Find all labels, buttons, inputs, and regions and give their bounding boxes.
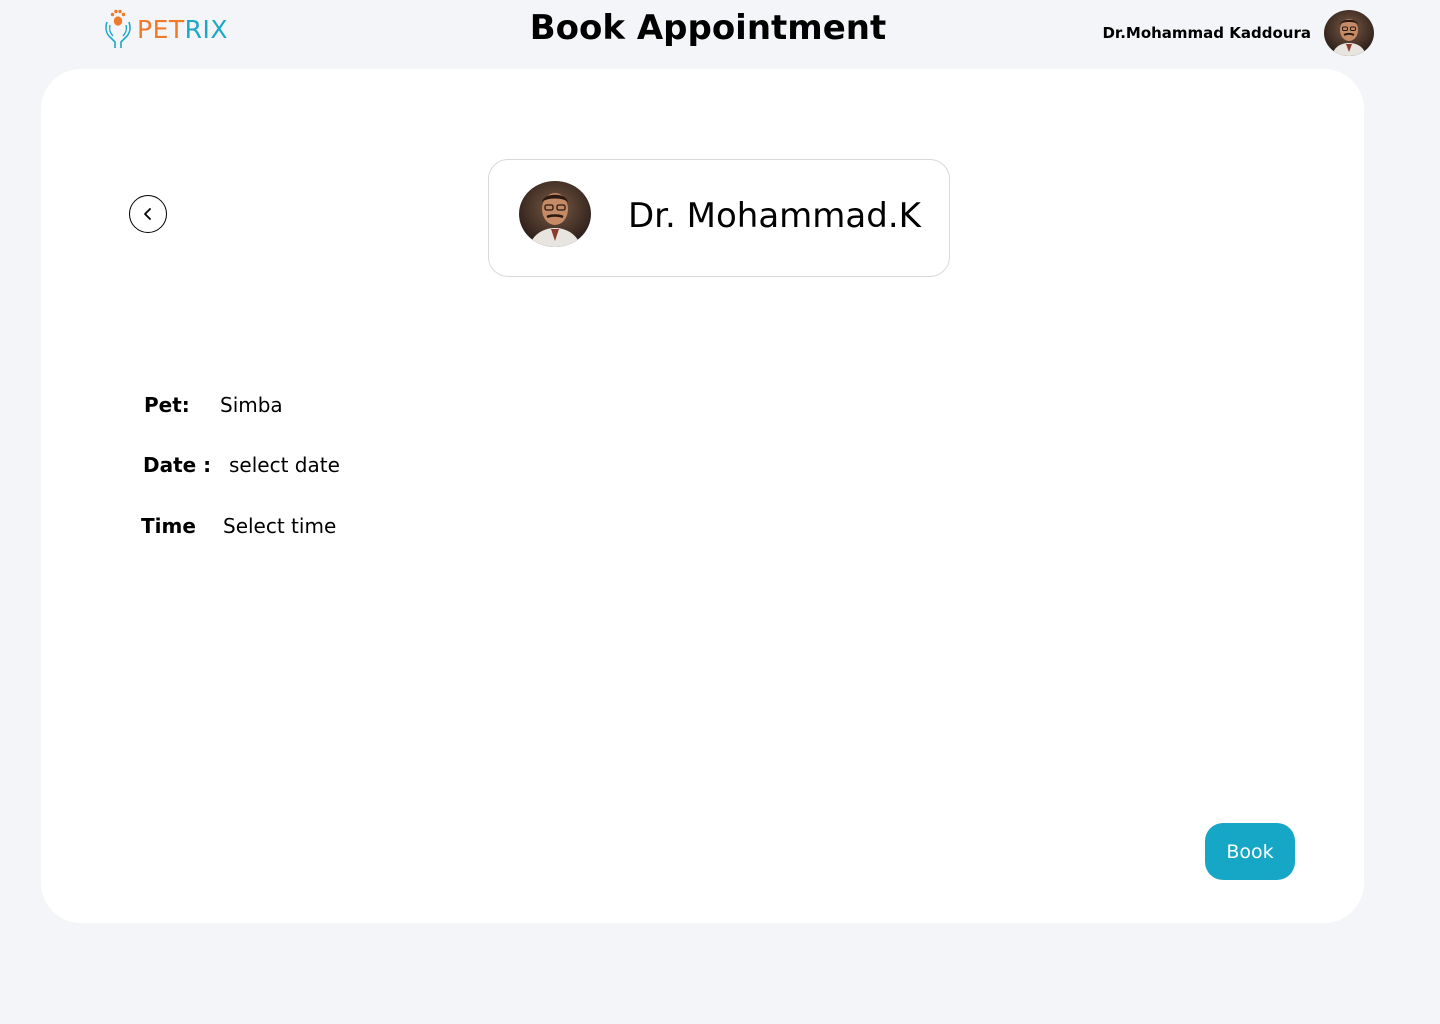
doctor-card: Dr. Mohammad.K bbox=[488, 159, 950, 277]
back-button[interactable] bbox=[129, 195, 167, 233]
time-picker[interactable]: Select time bbox=[223, 514, 336, 538]
doctor-name: Dr. Mohammad.K bbox=[628, 196, 921, 236]
date-label: Date : bbox=[143, 453, 212, 477]
booking-card: Dr. Mohammad.K Pet: Simba Date : select … bbox=[41, 69, 1364, 923]
date-picker[interactable]: select date bbox=[229, 453, 340, 477]
time-label: Time bbox=[141, 514, 196, 538]
user-name: Dr.Mohammad Kaddoura bbox=[1102, 24, 1311, 42]
user-profile[interactable]: Dr.Mohammad Kaddoura bbox=[1102, 10, 1374, 56]
pet-label: Pet: bbox=[144, 393, 190, 417]
pet-select[interactable]: Simba bbox=[220, 393, 283, 417]
doctor-avatar bbox=[519, 181, 591, 247]
app-header: PETRIX Book Appointment Dr.Mohammad Kadd… bbox=[0, 0, 1440, 66]
user-avatar[interactable] bbox=[1324, 10, 1374, 56]
book-button[interactable]: Book bbox=[1205, 823, 1295, 880]
chevron-left-icon bbox=[144, 208, 151, 220]
